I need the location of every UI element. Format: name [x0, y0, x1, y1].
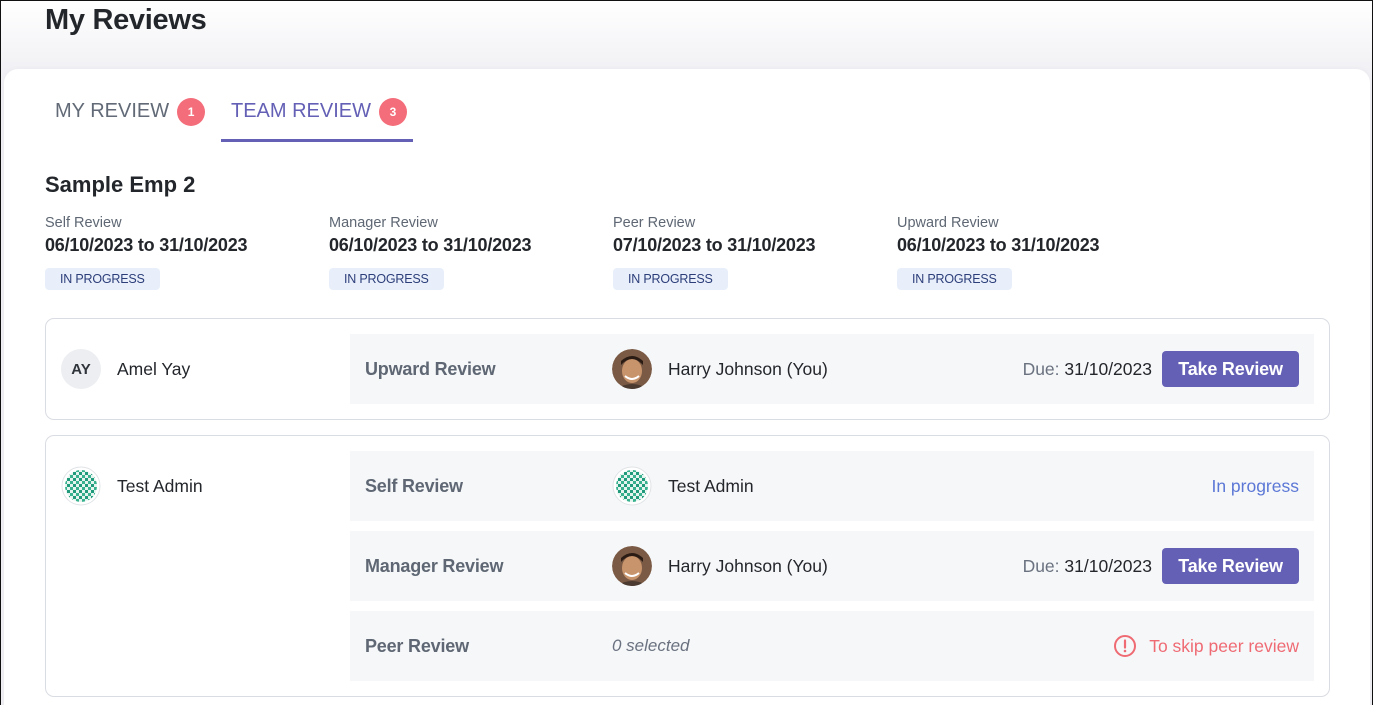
tab-team-review-count-badge: 3	[379, 98, 408, 126]
period-peer-review: Peer Review 07/10/2023 to 31/10/2023 IN …	[613, 215, 897, 290]
due-label: Due:	[1022, 358, 1060, 379]
review-row-upward: Upward Review Harry Johnson (You) Due: 3…	[350, 334, 1314, 404]
take-review-button[interactable]: Take Review	[1162, 351, 1299, 387]
period-label: Upward Review	[897, 215, 999, 231]
period-manager-review: Manager Review 06/10/2023 to 31/10/2023 …	[329, 215, 613, 290]
page-title: My Reviews	[45, 4, 207, 36]
period-label: Manager Review	[329, 215, 438, 231]
due-label: Due:	[1022, 555, 1060, 576]
tab-my-review[interactable]: MY REVIEW 1	[45, 88, 221, 134]
reviewee: AY Amel Yay	[61, 349, 190, 389]
tab-team-review[interactable]: TEAM REVIEW 3	[221, 88, 413, 142]
review-card-amel-yay: AY Amel Yay Upward Review Harry Johnson …	[45, 318, 1330, 420]
review-tabs: MY REVIEW 1 TEAM REVIEW 3	[45, 88, 413, 142]
period-label: Peer Review	[613, 215, 696, 231]
review-card-test-admin: Test Admin Self Review Test Admin In pro…	[45, 435, 1330, 697]
review-type: Peer Review	[365, 635, 469, 656]
teal-pattern-avatar-icon	[612, 466, 652, 506]
person-photo-avatar-icon	[612, 349, 652, 389]
review-actions: In progress	[1211, 476, 1299, 497]
review-actions: To skip peer review	[1113, 634, 1299, 658]
reviewer: Test Admin	[612, 466, 754, 506]
reviewee: Test Admin	[61, 466, 203, 506]
person-photo-avatar-icon	[612, 546, 652, 586]
reviewer-name: Harry Johnson (You)	[668, 358, 828, 379]
reviewee-name: Amel Yay	[117, 358, 191, 379]
reviewer: Harry Johnson (You)	[612, 546, 828, 586]
status-badge: IN PROGRESS	[613, 268, 728, 290]
avatar: AY	[61, 349, 101, 389]
review-type: Manager Review	[365, 555, 504, 576]
period-label: Self Review	[45, 215, 122, 231]
review-row-peer: Peer Review 0 selected To skip peer revi…	[350, 611, 1314, 681]
reviewer-name: Harry Johnson (You)	[668, 555, 828, 576]
reviewer: Harry Johnson (You)	[612, 349, 828, 389]
peer-selected-count: 0 selected	[612, 636, 690, 655]
status-badge: IN PROGRESS	[329, 268, 444, 290]
in-progress-link[interactable]: In progress	[1211, 476, 1299, 497]
period-dates: 06/10/2023 to 31/10/2023	[897, 235, 1100, 255]
skip-peer-review-label: To skip peer review	[1149, 635, 1299, 656]
period-self-review: Self Review 06/10/2023 to 31/10/2023 IN …	[45, 215, 329, 290]
take-review-button[interactable]: Take Review	[1162, 548, 1299, 584]
reviewee-name: Test Admin	[117, 475, 203, 496]
period-upward-review: Upward Review 06/10/2023 to 31/10/2023 I…	[897, 215, 1181, 290]
tab-my-review-label: MY REVIEW	[55, 99, 170, 122]
exclamation-circle-icon	[1114, 635, 1137, 657]
review-row-self: Self Review Test Admin In progress	[350, 451, 1314, 521]
review-row-manager: Manager Review Harry Johnson (You) Due: …	[350, 531, 1314, 601]
skip-peer-review-link[interactable]: To skip peer review	[1113, 634, 1299, 658]
status-badge: IN PROGRESS	[45, 268, 160, 290]
due-date: Due: 31/10/2023	[1023, 359, 1152, 380]
review-actions: Due: 31/10/2023 Take Review	[1023, 548, 1299, 584]
due-value: 31/10/2023	[1064, 555, 1152, 576]
status-badge: IN PROGRESS	[897, 268, 1012, 290]
period-dates: 06/10/2023 to 31/10/2023	[329, 235, 532, 255]
employee-name: Sample Emp 2	[45, 172, 196, 197]
tab-team-review-label: TEAM REVIEW	[231, 99, 372, 122]
tab-my-review-count-badge: 1	[177, 98, 206, 126]
period-dates: 07/10/2023 to 31/10/2023	[613, 235, 816, 255]
review-actions: Due: 31/10/2023 Take Review	[1023, 351, 1299, 387]
review-type: Upward Review	[365, 358, 496, 379]
due-date: Due: 31/10/2023	[1023, 556, 1152, 577]
review-type: Self Review	[365, 475, 463, 496]
due-value: 31/10/2023	[1064, 358, 1152, 379]
reviewer-name: Test Admin	[668, 475, 754, 496]
review-periods: Self Review 06/10/2023 to 31/10/2023 IN …	[45, 215, 1181, 290]
period-dates: 06/10/2023 to 31/10/2023	[45, 235, 248, 255]
teal-pattern-avatar-icon	[61, 466, 101, 506]
